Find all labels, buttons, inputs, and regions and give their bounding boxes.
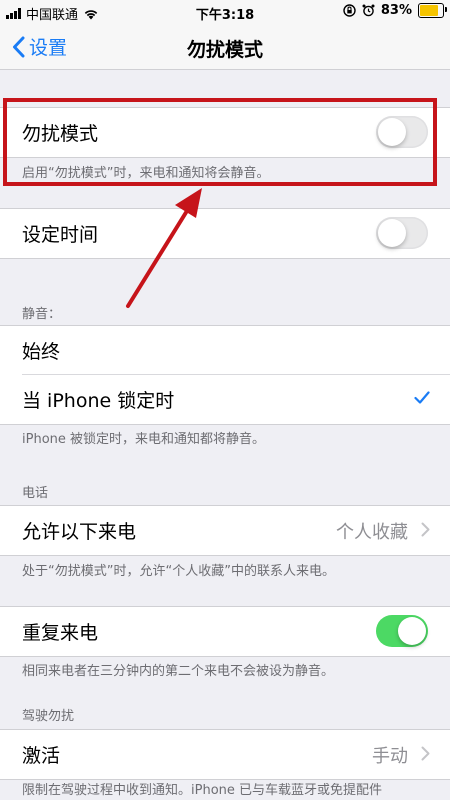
alarm-icon xyxy=(362,4,375,17)
battery-percent: 83% xyxy=(380,3,412,18)
page-title: 勿扰模式 xyxy=(186,39,263,61)
phone-allow-group: 允许以下来电 个人收藏 xyxy=(0,505,450,556)
scheduled-row: 设定时间 xyxy=(0,209,450,258)
scheduled-label: 设定时间 xyxy=(22,224,99,246)
silence-note: iPhone 被锁定时，来电和通知都将静音。 xyxy=(22,432,266,447)
silence-locked-label: 当 iPhone 锁定时 xyxy=(22,390,175,412)
repeat-calls-note: 相同来电者在三分钟内的第二个来电不会被设为静音。 xyxy=(22,664,335,679)
driving-header: 驾驶勿扰 xyxy=(22,709,75,724)
driving-group: 激活 手动 xyxy=(0,729,450,780)
silence-always-row[interactable]: 始终 xyxy=(0,326,450,375)
status-bar: 中国联通 下午3:18 83% xyxy=(0,0,450,24)
repeat-calls-group: 重复来电 xyxy=(0,606,450,657)
scheduled-toggle[interactable] xyxy=(376,217,428,249)
navigation-bar: 设置 勿扰模式 xyxy=(0,24,450,70)
driving-note: 限制在驾驶过程中收到通知。iPhone 已与车载蓝牙或免提配件 xyxy=(22,783,383,798)
toggle-knob xyxy=(378,118,406,146)
dnd-row: 勿扰模式 xyxy=(0,108,450,157)
repeat-calls-row: 重复来电 xyxy=(0,607,450,656)
allow-calls-note: 处于“勿扰模式”时，允许“个人收藏”中的联系人来电。 xyxy=(22,564,335,579)
status-right: 83% xyxy=(343,3,447,18)
activate-value: 手动 xyxy=(372,745,408,767)
dnd-label: 勿扰模式 xyxy=(22,123,99,145)
chevron-right-icon xyxy=(421,522,430,537)
phone-header: 电话 xyxy=(22,486,49,501)
allow-calls-value: 个人收藏 xyxy=(336,521,408,543)
scheduled-group: 设定时间 xyxy=(0,208,450,259)
dnd-group: 勿扰模式 xyxy=(0,107,450,158)
silence-locked-row[interactable]: 当 iPhone 锁定时 xyxy=(0,375,450,424)
toggle-knob xyxy=(378,219,406,247)
orientation-lock-icon xyxy=(343,4,356,17)
toggle-knob xyxy=(398,617,426,645)
battery-fill xyxy=(420,5,439,16)
battery-icon xyxy=(418,3,447,18)
dnd-note: 启用“勿扰模式”时，来电和通知将会静音。 xyxy=(22,166,270,181)
activate-row[interactable]: 激活 手动 xyxy=(0,730,450,779)
allow-calls-row[interactable]: 允许以下来电 个人收藏 xyxy=(0,506,450,555)
dnd-toggle[interactable] xyxy=(376,116,428,148)
chevron-right-icon xyxy=(421,746,430,761)
silence-always-label: 始终 xyxy=(22,341,61,363)
activate-label: 激活 xyxy=(22,745,61,767)
repeat-calls-toggle[interactable] xyxy=(376,615,428,647)
checkmark-icon xyxy=(414,391,430,404)
silence-group: 始终 当 iPhone 锁定时 xyxy=(0,325,450,425)
allow-calls-label: 允许以下来电 xyxy=(22,521,137,543)
repeat-calls-label: 重复来电 xyxy=(22,622,99,644)
silence-header: 静音： xyxy=(22,307,62,322)
